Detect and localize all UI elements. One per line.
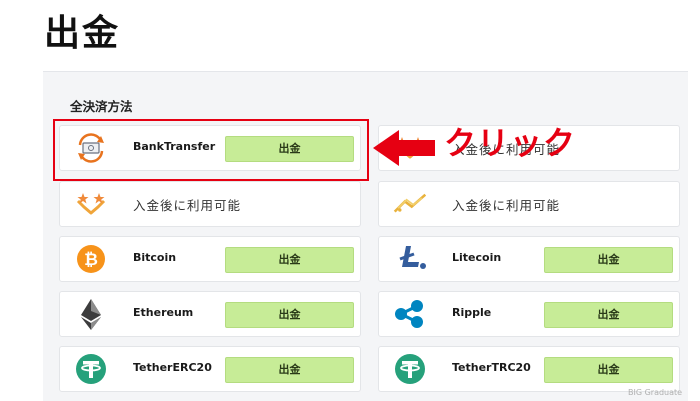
withdraw-button-ethereum[interactable]: 出金 — [225, 302, 354, 328]
method-card-ethereum: Ethereum 出金 — [59, 291, 361, 337]
page-title: 出金 — [44, 13, 121, 54]
withdraw-button-tether-erc20[interactable]: 出金 — [225, 357, 354, 383]
availability-text: 入金後に利用可能 — [452, 198, 561, 213]
method-name: TetherTRC20 — [452, 361, 531, 374]
availability-text: 入金後に利用可能 — [133, 198, 242, 213]
arrow-left-icon — [373, 128, 439, 172]
bitwallet-icon — [393, 187, 427, 221]
ethereum-icon — [74, 297, 108, 331]
svg-text:₿: ₿ — [84, 250, 98, 270]
withdraw-button-ripple[interactable]: 出金 — [544, 302, 673, 328]
method-name: Ethereum — [133, 306, 194, 319]
withdraw-button-litecoin[interactable]: 出金 — [544, 247, 673, 273]
withdraw-button-bitcoin[interactable]: 出金 — [225, 247, 354, 273]
method-card-ripple: Ripple 出金 — [378, 291, 680, 337]
method-card-tether-trc20: TetherTRC20 出金 — [378, 346, 680, 392]
watermark: BIG Graduate — [628, 388, 683, 397]
method-name: TetherERC20 — [133, 361, 212, 374]
method-name: Ripple — [452, 306, 492, 319]
method-card-sticpay-alt: 入金後に利用可能 — [59, 181, 361, 227]
tether-icon — [393, 352, 427, 386]
method-name: Bitcoin — [133, 251, 177, 264]
ripple-icon — [393, 297, 427, 331]
sticpay-icon — [74, 187, 108, 221]
method-card-tether-erc20: TetherERC20 出金 — [59, 346, 361, 392]
withdraw-button-tether-trc20[interactable]: 出金 — [544, 357, 673, 383]
section-label: 全決済方法 — [70, 99, 133, 114]
tether-icon — [74, 352, 108, 386]
litecoin-icon — [393, 242, 427, 276]
method-card-bitwallet: 入金後に利用可能 — [378, 181, 680, 227]
method-card-bitcoin: ₿ Bitcoin 出金 — [59, 236, 361, 282]
highlight-box — [53, 119, 369, 181]
method-name: Litecoin — [452, 251, 502, 264]
click-annotation: クリック — [444, 124, 577, 162]
bitcoin-icon: ₿ — [74, 242, 108, 276]
method-card-litecoin: Litecoin 出金 — [378, 236, 680, 282]
